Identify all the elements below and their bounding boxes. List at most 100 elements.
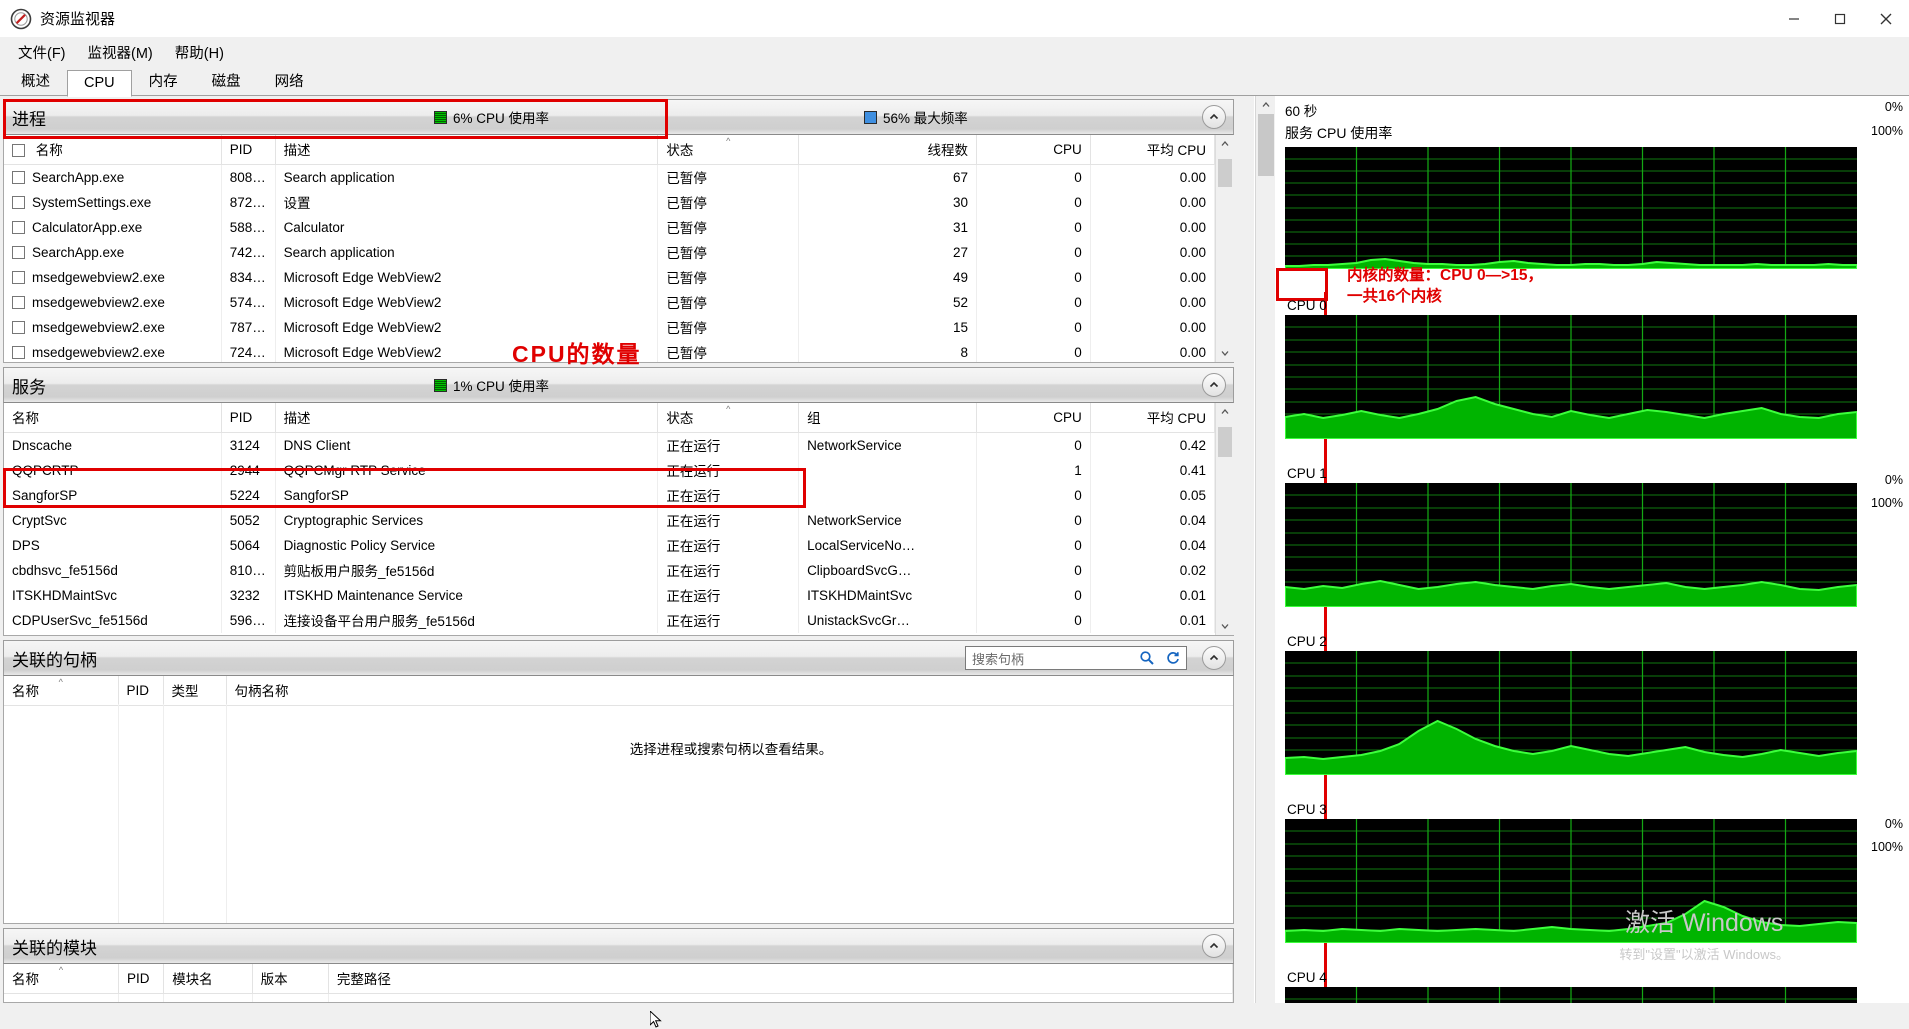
col-process-avgcpu[interactable]: 平均 CPU <box>1090 135 1215 165</box>
col-process-desc[interactable]: 描述 <box>275 135 659 165</box>
processes-cpu-usage-label: 6% CPU 使用率 <box>453 111 550 126</box>
handles-col-div-2 <box>163 704 164 923</box>
close-button[interactable] <box>1863 0 1909 38</box>
row-checkbox[interactable] <box>12 270 25 284</box>
table-row[interactable]: ITSKHDMaintSvc 3232 ITSKHD Maintenance S… <box>4 583 1215 608</box>
menu-item-monitor[interactable]: 监视器(M) <box>78 39 163 66</box>
row-checkbox[interactable] <box>12 170 25 184</box>
tab-disk[interactable]: 磁盘 <box>195 65 258 96</box>
modules-collapse-button[interactable] <box>1202 934 1226 958</box>
search-icon[interactable] <box>1134 647 1160 669</box>
sort-caret-icon: ^ <box>58 965 64 975</box>
col-handle-type[interactable]: 类型 <box>163 676 227 706</box>
col-module-name[interactable]: ^ 名称 <box>4 964 119 994</box>
cpu-graphs-area: 60 秒 0% 服务 CPU 使用率 100% 内核的数量：CPU 0—>15，… <box>1275 96 1909 1003</box>
col-service-avgcpu[interactable]: 平均 CPU <box>1090 403 1215 433</box>
processes-header-row: 名称 PID 描述 ^ 状态 线程数 CPU 平均 CPU <box>4 135 1215 165</box>
cell-name: msedgewebview2.exe <box>4 315 222 340</box>
col-handle-name[interactable]: ^ 名称 <box>4 676 119 706</box>
menu-item-help[interactable]: 帮助(H) <box>165 39 234 66</box>
table-row[interactable]: CryptSvc 5052 Cryptographic Services 正在运… <box>4 508 1215 533</box>
table-row[interactable]: QQPCRTP 2944 QQPCMgr RTP Service 正在运行 1 … <box>4 458 1215 483</box>
maximize-button[interactable] <box>1817 0 1863 38</box>
scroll-up-icon[interactable] <box>1215 403 1234 421</box>
tab-overview[interactable]: 概述 <box>4 65 67 96</box>
col-service-status[interactable]: ^ 状态 <box>657 403 800 433</box>
scroll-track[interactable] <box>1255 114 1276 1003</box>
scroll-track[interactable] <box>1215 421 1234 617</box>
handles-table: ^ 名称 PID 类型 句柄名称 选择进程或搜索句柄以查看结果。 <box>4 676 1233 761</box>
col-module-pid[interactable]: PID <box>118 964 165 994</box>
cell-name: CDPUserSvc_fe5156d <box>4 608 222 633</box>
col-module-version[interactable]: 版本 <box>252 964 329 994</box>
col-process-cpu[interactable]: CPU <box>976 135 1091 165</box>
services-collapse-button[interactable] <box>1202 373 1226 397</box>
row-checkbox[interactable] <box>12 345 25 359</box>
col-process-threads[interactable]: 线程数 <box>798 135 978 165</box>
table-row[interactable]: SystemSettings.exe 87288 设置 已暂停 30 0 0.0… <box>4 190 1215 215</box>
tab-network[interactable]: 网络 <box>258 65 321 96</box>
service-cpu-graph-title: 服务 CPU 使用率 <box>1285 125 1393 141</box>
row-checkbox[interactable] <box>12 245 25 259</box>
col-service-group[interactable]: 组 <box>798 403 978 433</box>
menu-item-file[interactable]: 文件(F) <box>8 39 76 66</box>
processes-freq-meter: 56% 最大频率 <box>864 107 968 127</box>
handles-section-header[interactable]: 关联的句柄 搜索句柄 <box>3 640 1234 676</box>
modules-section-header[interactable]: 关联的模块 <box>3 928 1234 964</box>
scroll-thumb[interactable] <box>1257 114 1274 176</box>
graph-vertical-scrollbar[interactable] <box>1255 96 1276 1003</box>
col-service-desc[interactable]: 描述 <box>275 403 659 433</box>
table-row[interactable]: Dnscache 3124 DNS Client 正在运行 NetworkSer… <box>4 432 1215 458</box>
handles-collapse-button[interactable] <box>1202 646 1226 670</box>
col-process-pid[interactable]: PID <box>221 135 276 165</box>
col-handle-pid[interactable]: PID <box>118 676 164 706</box>
table-row[interactable]: SearchApp.exe 80820 Search application 已… <box>4 164 1215 190</box>
services-vertical-scrollbar[interactable] <box>1215 403 1234 635</box>
table-row[interactable]: CalculatorApp.exe 58816 Calculator 已暂停 3… <box>4 215 1215 240</box>
table-row[interactable]: CDPUserSvc_fe5156d 59636 连接设备平台用户服务_fe51… <box>4 608 1215 633</box>
cell-desc: 设置 <box>275 190 659 215</box>
tab-cpu[interactable]: CPU <box>67 70 132 97</box>
services-section-header[interactable]: 服务 1% CPU 使用率 <box>3 367 1234 403</box>
scroll-down-icon[interactable] <box>1215 344 1234 362</box>
handle-search-input[interactable]: 搜索句柄 <box>972 649 1134 668</box>
table-row[interactable]: DPS 5064 Diagnostic Policy Service 正在运行 … <box>4 533 1215 558</box>
col-module-fullpath[interactable]: 完整路径 <box>328 964 1233 994</box>
scroll-thumb[interactable] <box>1217 159 1232 187</box>
refresh-icon[interactable] <box>1160 647 1186 669</box>
scroll-up-icon[interactable] <box>1256 96 1275 114</box>
table-row[interactable]: SearchApp.exe 74272 Search application 已… <box>4 240 1215 265</box>
scroll-thumb[interactable] <box>1217 427 1232 457</box>
table-row[interactable]: msedgewebview2.exe 57404 Microsoft Edge … <box>4 290 1215 315</box>
select-all-checkbox[interactable] <box>12 144 25 157</box>
scroll-up-icon[interactable] <box>1215 135 1234 153</box>
col-service-name[interactable]: 名称 <box>4 403 222 433</box>
handle-search-box[interactable]: 搜索句柄 <box>965 646 1187 670</box>
cell-pid: 59636 <box>221 608 276 633</box>
modules-title: 关联的模块 <box>12 938 97 958</box>
row-checkbox[interactable] <box>12 295 25 309</box>
table-row[interactable]: SangforSP 5224 SangforSP 正在运行 0 0.05 <box>4 483 1215 508</box>
row-checkbox[interactable] <box>12 195 25 209</box>
row-checkbox[interactable] <box>12 220 25 234</box>
table-row[interactable]: msedgewebview2.exe 78768 Microsoft Edge … <box>4 315 1215 340</box>
cell-avgcpu: 0.04 <box>1090 533 1215 558</box>
processes-vertical-scrollbar[interactable] <box>1215 135 1234 362</box>
scroll-down-icon[interactable] <box>1215 617 1234 635</box>
col-module-modname[interactable]: 模块名 <box>163 964 253 994</box>
row-checkbox[interactable] <box>12 320 25 334</box>
col-handle-handlename[interactable]: 句柄名称 <box>226 676 1233 706</box>
table-row[interactable]: msedgewebview2.exe 83400 Microsoft Edge … <box>4 265 1215 290</box>
scroll-track[interactable] <box>1215 153 1234 344</box>
col-service-cpu[interactable]: CPU <box>976 403 1091 433</box>
cell-status: 已暂停 <box>657 265 800 290</box>
processes-collapse-button[interactable] <box>1202 105 1226 129</box>
minimize-button[interactable] <box>1771 0 1817 38</box>
col-process-name[interactable]: 名称 <box>4 135 222 165</box>
col-process-status[interactable]: ^ 状态 <box>657 135 800 165</box>
table-row[interactable]: cbdhsvc_fe5156d 81040 剪贴板用户服务_fe5156d 正在… <box>4 558 1215 583</box>
col-label-status: 状态 <box>666 411 694 426</box>
processes-section-header[interactable]: 进程 6% CPU 使用率 56% 最大频率 <box>3 99 1234 135</box>
tab-memory[interactable]: 内存 <box>132 65 195 96</box>
col-service-pid[interactable]: PID <box>221 403 276 433</box>
